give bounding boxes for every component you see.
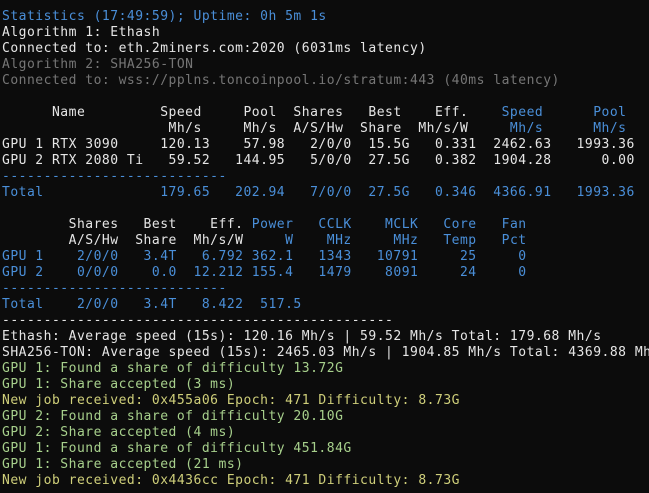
log-line: GPU 1: Found a share of difficulty 13.72… <box>2 361 344 376</box>
connection-1-line: Connected to: eth.2miners.com:2020 (6031… <box>2 41 427 56</box>
log-line: GPU 2: Share accepted (4 ms) <box>2 425 236 440</box>
log-line: New job received: 0x455a06 Epoch: 471 Di… <box>2 393 460 408</box>
table1-header-row1: Name Speed Pool Shares Best Eff. Speed P… <box>2 105 627 120</box>
statistics-line: Statistics (17:49:59); Uptime: 0h 5m 1s <box>2 9 327 24</box>
table2-header-row2: A/S/Hw Share Mh/s/W W MHz MHz Temp Pct <box>2 233 527 248</box>
log-line: GPU 1: Share accepted (3 ms) <box>2 377 236 392</box>
table2-total-row: Total 2/0/0 3.4T 8.422 517.5 <box>2 297 302 312</box>
log-line: GPU 2: Found a share of difficulty 20.10… <box>2 409 344 424</box>
table1-total-row: Total 179.65 202.94 7/0/0 27.5G 0.346 43… <box>2 185 635 200</box>
table1-separator: --------------------------- <box>2 169 227 184</box>
table1-row-gpu1: GPU 1 RTX 3090 120.13 57.98 2/0/0 15.5G … <box>2 137 635 152</box>
table1-header-row2: Mh/s Mh/s A/S/Hw Share Mh/s/W Mh/s Mh/s <box>2 121 627 136</box>
terminal-window[interactable]: --------------------------- -------------… <box>0 0 649 493</box>
table2-row-gpu2: GPU 2 0/0/0 0.0 12.212 155.4 1479 8091 2… <box>2 265 527 280</box>
connection-2-line: Connected to: wss://pplns.toncoinpool.io… <box>2 73 560 88</box>
table2-separator: --------------------------- <box>2 281 227 296</box>
table2-header-row1: Shares Best Eff. Power CCLK MCLK Core Fa… <box>2 217 527 232</box>
algorithm-1-line: Algorithm 1: Ethash <box>2 25 161 40</box>
ethash-average-line: Ethash: Average speed (15s): 120.16 Mh/s… <box>2 329 602 344</box>
log-line: New job received: 0x4436cc Epoch: 471 Di… <box>2 473 460 488</box>
algorithm-2-line: Algorithm 2: SHA256-TON <box>2 57 194 72</box>
log-line: GPU 1: Found a share of difficulty 451.8… <box>2 441 352 456</box>
separator-top: ----------------------------------------… <box>2 0 393 8</box>
table2-row-gpu1: GPU 1 2/0/0 3.4T 6.792 362.1 1343 10791 … <box>2 249 527 264</box>
sha256-ton-average-line: SHA256-TON: Average speed (15s): 2465.03… <box>2 345 649 360</box>
log-line: GPU 1: Share accepted (21 ms) <box>2 457 244 472</box>
log-separator: ----------------------------------------… <box>2 313 394 328</box>
table1-row-gpu2: GPU 2 RTX 2080 Ti 59.52 144.95 5/0/0 27.… <box>2 153 635 168</box>
